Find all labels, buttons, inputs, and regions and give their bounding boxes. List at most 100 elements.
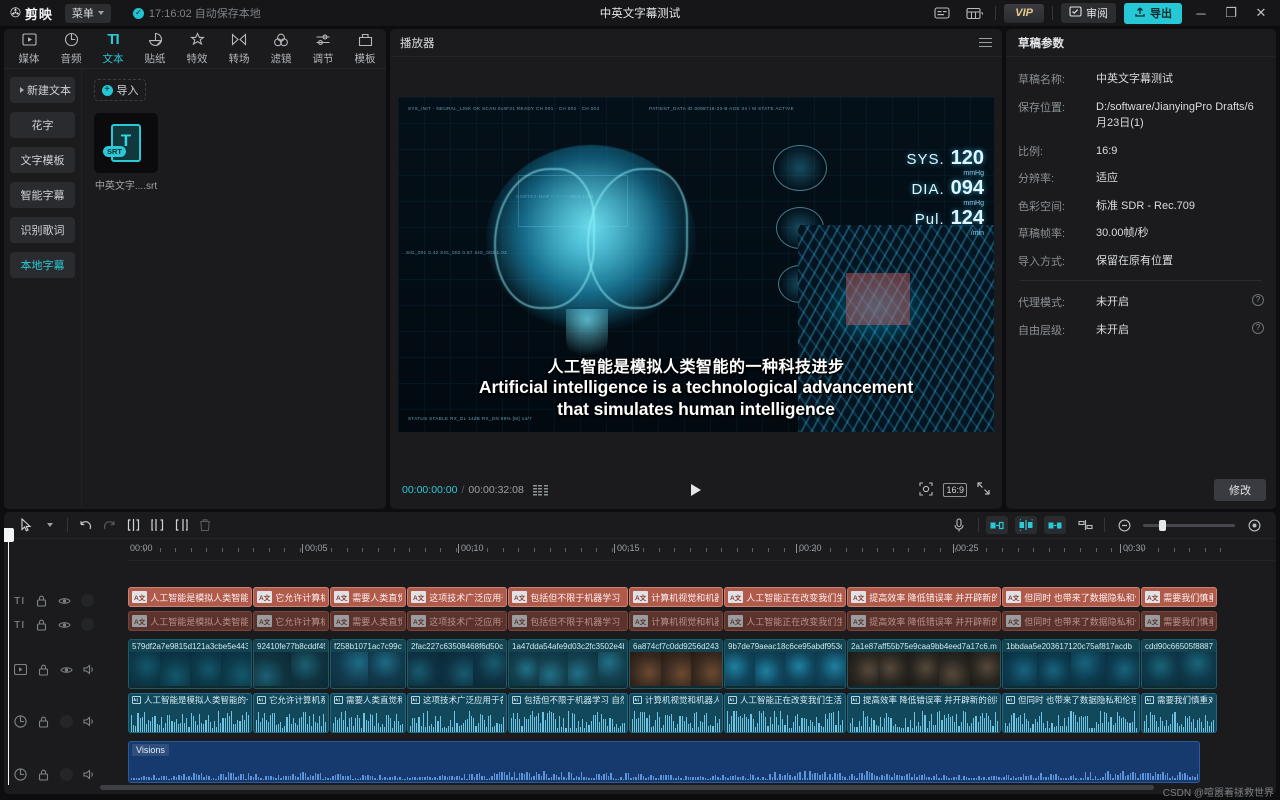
zoom-slider[interactable]	[1143, 519, 1235, 531]
video-icon[interactable]	[14, 663, 27, 676]
fullscreen-icon[interactable]	[977, 482, 990, 498]
timeline-clip-text[interactable]: A文它允许计算机系统	[253, 587, 329, 607]
volume-icon[interactable]	[83, 663, 96, 676]
lock-icon[interactable]	[37, 768, 50, 781]
auto-cut-button[interactable]	[1015, 516, 1037, 534]
zoom-slider-handle[interactable]	[1159, 519, 1166, 531]
lock-icon[interactable]	[37, 663, 50, 676]
timeline-clip-video[interactable]: 9b7de79aeac18c6ce95abdf953da5	[724, 639, 846, 689]
sidebar-item-text-template[interactable]: 文字模板	[10, 147, 75, 173]
zoom-fit-icon[interactable]	[919, 481, 934, 499]
sidebar-item-new-text[interactable]: 新建文本	[10, 77, 75, 103]
tab-text[interactable]: TI 文本	[92, 31, 134, 66]
timeline-ruler[interactable]: 00:00 00:05 00:10 00:15 00:20 00:25 00:3…	[128, 539, 1276, 561]
player-menu-icon[interactable]	[979, 37, 992, 48]
timeline-clip-audio[interactable]: 需要我们慎重对	[1141, 693, 1217, 733]
info-icon[interactable]: ?	[1252, 294, 1264, 306]
zoom-in-icon[interactable]	[1242, 515, 1266, 535]
timeline-clip-text[interactable]: A文需要我们慎重对	[1141, 611, 1217, 631]
captions-icon[interactable]	[929, 3, 954, 24]
tab-transition[interactable]: 转场	[218, 31, 260, 66]
timeline-clip-audio[interactable]: 计算机视觉和机器人技	[629, 693, 723, 733]
timeline-clip-video[interactable]: f258b1071ac7c99cf	[330, 639, 406, 689]
timeline-clip-text[interactable]: A文人工智能是模拟人类智能的一种	[128, 587, 252, 607]
close-button[interactable]: ✕	[1250, 2, 1272, 24]
modify-button[interactable]: 修改	[1214, 479, 1266, 501]
sidebar-item-fancy-text[interactable]: 花字	[10, 112, 75, 138]
minimize-button[interactable]: ─	[1190, 2, 1212, 24]
timeline-clip-video[interactable]: 2a1e87aff55b75e9caa9bb4eed7a17c6.mp	[847, 639, 1001, 689]
timeline-clip-text[interactable]: A文人工智能正在改变我们生活和工作	[724, 587, 846, 607]
timeline-hscrollbar[interactable]	[100, 785, 1272, 790]
mirror-button[interactable]	[1044, 516, 1066, 534]
eye-icon[interactable]	[58, 594, 72, 607]
tool-dropdown-icon[interactable]	[38, 515, 62, 535]
timeline-clip-text[interactable]: A文包括但不限于机器学习 自然语言	[508, 611, 628, 631]
auto-speech-match-button[interactable]	[986, 516, 1008, 534]
timeline-clip-text[interactable]: A文包括但不限于机器学习 自然语言	[508, 587, 628, 607]
timeline-clip-text[interactable]: A文提高效率 降低错误率 并开辟新的创新机	[847, 587, 1001, 607]
timeline-clip-text[interactable]: A文这项技术广泛应用于各个	[407, 611, 507, 631]
select-tool-icon[interactable]	[14, 515, 38, 535]
track-music[interactable]: Visions	[128, 741, 1228, 783]
timeline-clip-video[interactable]: cdd90c66505f8887	[1141, 639, 1217, 689]
timeline-clip-audio[interactable]: 包括但不限于机器学习 自然语言	[508, 693, 628, 733]
redo-icon[interactable]	[97, 515, 121, 535]
track-video[interactable]: 579df2a7e9815d121a3cbe5e443 92410fe77b8cd…	[128, 639, 1228, 689]
timeline-clip-text[interactable]: A文它允许计算机系统	[253, 611, 329, 631]
timeline-clip-audio[interactable]: 这项技术广泛应用于各个	[407, 693, 507, 733]
timeline-clip-text[interactable]: A文但同时 也带来了数据隐私和伦理问	[1002, 587, 1140, 607]
export-button[interactable]: 导出	[1124, 2, 1182, 24]
playhead-handle[interactable]	[4, 528, 14, 542]
timeline-clip-text[interactable]: A文需要人类直觉和判	[330, 611, 406, 631]
eye-icon[interactable]	[60, 663, 73, 676]
subtitle-overlay[interactable]: 人工智能是模拟人类智能的一种科技进步 Artificial intelligen…	[398, 358, 994, 420]
tab-adjust[interactable]: 调节	[302, 31, 344, 66]
timeline-clip-music[interactable]: Visions	[128, 741, 1200, 783]
timeline-clip-text[interactable]: A文但同时 也带来了数据隐私和伦理问	[1002, 611, 1140, 631]
timeline-clip-text[interactable]: A文这项技术广泛应用于各个	[407, 587, 507, 607]
play-button[interactable]	[691, 484, 701, 496]
sidebar-item-local-subtitle[interactable]: 本地字幕	[10, 252, 75, 278]
volume-icon[interactable]	[83, 768, 96, 781]
timeline-clip-text[interactable]: A文人工智能正在改变我们生活和工作	[724, 611, 846, 631]
import-button[interactable]: + 导入	[94, 79, 146, 101]
timeline-tracks-scroll[interactable]: A文人工智能是模拟人类智能的一种A文它允许计算机系统A文需要人类直觉和判A文这项…	[128, 583, 1276, 783]
info-icon[interactable]: ?	[1252, 321, 1264, 334]
video-preview[interactable]: SYS_INIT · NEURAL_LINK OK SCAN 0x4F21 RE…	[398, 97, 994, 432]
asset-item-srt[interactable]: SRT 中英文字....srt	[94, 113, 158, 192]
microphone-icon[interactable]	[947, 515, 971, 535]
split-icon[interactable]	[121, 515, 145, 535]
timeline-clip-video[interactable]: 2fac227c63508468f6d50c	[407, 639, 507, 689]
timeline-clip-text[interactable]: A文人工智能是模拟人类智能的一种	[128, 611, 252, 631]
subtitle-list-icon[interactable]	[532, 484, 548, 496]
timeline-clip-video[interactable]: 1a47dda54afe9d03c2fc3502e4b7	[508, 639, 628, 689]
timeline-clip-video[interactable]: 6a874cf7c0dd9256d243	[629, 639, 723, 689]
aspect-ratio-button[interactable]: 16:9	[943, 483, 967, 497]
timeline-clip-audio[interactable]: 它允许计算机系统	[253, 693, 329, 733]
zoom-out-icon[interactable]	[1112, 515, 1136, 535]
timeline-clip-text[interactable]: A文需要我们慎重对	[1141, 587, 1217, 607]
tab-media[interactable]: 媒体	[8, 31, 50, 66]
lock-icon[interactable]	[35, 618, 48, 631]
timeline-clip-text[interactable]: A文提高效率 降低错误率 并开辟新的创新机	[847, 611, 1001, 631]
tab-sticker[interactable]: 贴纸	[134, 31, 176, 66]
timeline-clip-audio[interactable]: 但同时 也带来了数据隐私和伦理问	[1002, 693, 1140, 733]
timeline-clip-video[interactable]: 92410fe77b8cddf450	[253, 639, 329, 689]
align-button[interactable]	[1073, 515, 1097, 535]
timeline-hscrollbar-thumb[interactable]	[100, 785, 1154, 790]
timeline-clip-video[interactable]: 579df2a7e9815d121a3cbe5e443	[128, 639, 252, 689]
menu-button[interactable]: 菜单	[64, 3, 111, 23]
timeline-clip-text[interactable]: A文计算机视觉和机器人技	[629, 611, 723, 631]
tab-filter[interactable]: 滤镜	[260, 31, 302, 66]
delete-icon[interactable]	[193, 515, 217, 535]
timeline-clip-audio[interactable]: 人工智能正在改变我们生活和工作	[724, 693, 846, 733]
eye-icon[interactable]	[58, 618, 72, 631]
review-button[interactable]: 审阅	[1061, 3, 1116, 23]
timeline-clip-audio[interactable]: 需要人类直觉和判	[330, 693, 406, 733]
tab-effects[interactable]: 特效	[176, 31, 218, 66]
trim-start-icon[interactable]	[145, 515, 169, 535]
sidebar-item-smart-subtitle[interactable]: 智能字幕	[10, 182, 75, 208]
timeline-clip-text[interactable]: A文需要人类直觉和判	[330, 587, 406, 607]
timeline-clip-audio[interactable]: 提高效率 降低错误率 并开辟新的创新机	[847, 693, 1001, 733]
